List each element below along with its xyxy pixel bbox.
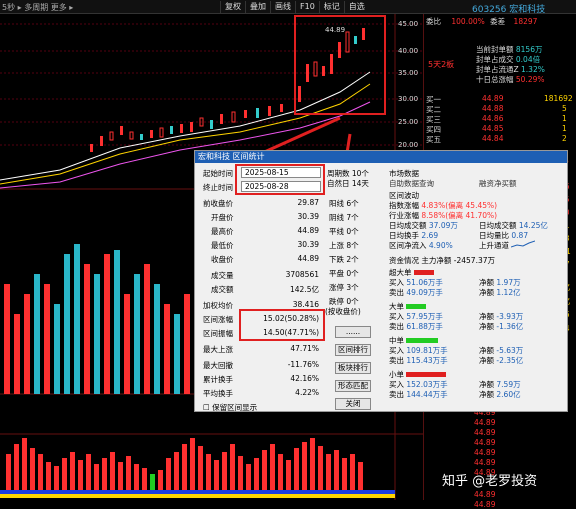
start-time-label: 起始时间 (203, 169, 233, 178)
interval-rank-button[interactable]: 区间排行 (335, 344, 371, 356)
overlay-button[interactable]: 叠加 (245, 1, 270, 13)
limit-board-badge: 5天2板 (428, 60, 455, 69)
f10-button[interactable]: F10 (295, 1, 319, 13)
draw-line-button[interactable]: 画线 (270, 1, 295, 13)
more-button[interactable]: ...... (335, 326, 371, 338)
order-ratio-row: 委比 100.00% 委差 18297 (426, 17, 538, 26)
time-range-highlight (235, 164, 325, 195)
bid-row[interactable]: 买五 44.84 2 (426, 134, 574, 145)
gain-highlight (239, 309, 325, 341)
dialog-title[interactable]: 宏和科技 区间统计 (195, 151, 567, 163)
sector-rank-button[interactable]: 板块排行 (335, 362, 371, 374)
price-axis-label: 35.00 (398, 69, 419, 77)
mark-button[interactable]: 标记 (318, 1, 344, 13)
price-axis-label: 45.00 (398, 20, 419, 28)
price-axis-label: 30.00 (398, 95, 419, 103)
watermark-text: 知乎 @老罗投资 (442, 474, 538, 489)
end-time-label: 终止时间 (203, 183, 233, 192)
peak-price-label: 44.89 (325, 26, 345, 34)
indicator-bars (0, 438, 395, 498)
watchlist-button[interactable]: 自选 (343, 1, 369, 13)
period-selector[interactable]: 5秒 ▸ 多周期 更多 ▸ (2, 2, 73, 13)
interval-stats-dialog[interactable]: 宏和科技 区间统计 起始时间 2025-08-15 终止时间 2025-08-2… (194, 150, 568, 412)
pattern-match-button[interactable]: 形态匹配 (335, 380, 371, 392)
close-button[interactable]: 关闭 (335, 398, 371, 410)
toolbar-buttons: 复权 叠加 画线 F10 标记 自选 (220, 1, 369, 13)
top-toolbar: 5秒 ▸ 多周期 更多 ▸ 复权 叠加 画线 F10 标记 自选 603256 … (0, 0, 576, 15)
restore-rights-button[interactable]: 复权 (220, 1, 245, 13)
price-axis-label: 20.00 (398, 141, 419, 149)
price-axis-label: 25.00 (398, 118, 419, 126)
keep-range-checkbox[interactable]: ☐ 保留区间显示 (203, 402, 257, 413)
volume-bars (4, 244, 190, 394)
price-axis-label: 40.00 (398, 47, 419, 55)
